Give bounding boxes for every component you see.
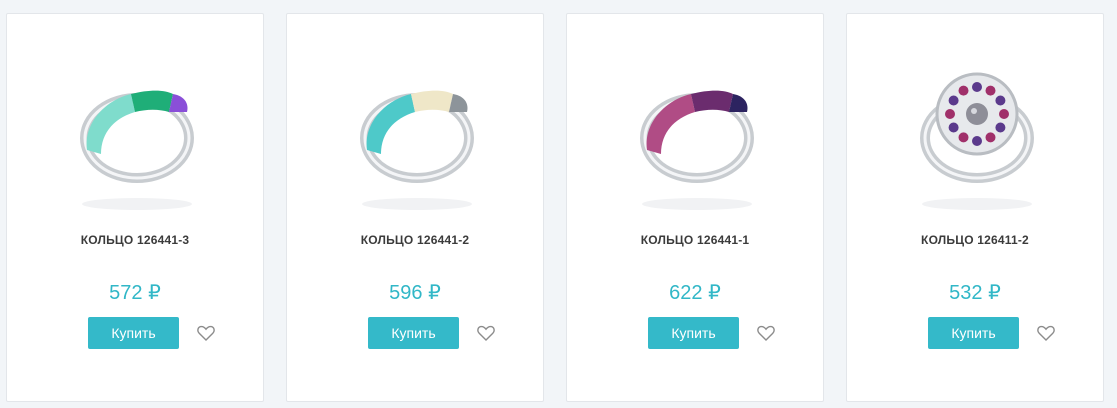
product-card[interactable]: КОЛЬЦО 126441-1 622 ₽ Купить [566,13,824,402]
heart-icon[interactable] [756,323,776,343]
product-card[interactable]: КОЛЬЦО 126441-2 596 ₽ Купить [286,13,544,402]
product-card[interactable]: КОЛЬЦО 126441-3 572 ₽ Купить [6,13,264,402]
product-title[interactable]: КОЛЬЦО 126441-2 [287,233,543,247]
product-title[interactable]: КОЛЬЦО 126441-1 [567,233,823,247]
product-price: 596 ₽ [389,282,441,304]
buy-button[interactable]: Купить [928,317,1019,349]
product-price: 622 ₽ [669,282,721,304]
product-card[interactable]: КОЛЬЦО 126411-2 532 ₽ Купить [846,13,1104,402]
buy-button[interactable]: Купить [648,317,739,349]
heart-icon[interactable] [1036,323,1056,343]
product-price: 532 ₽ [949,282,1001,304]
ring-grey-turquoise-enamel[interactable] [337,54,497,214]
product-title[interactable]: КОЛЬЦО 126441-3 [7,233,263,247]
product-title[interactable]: КОЛЬЦО 126411-2 [847,233,1103,247]
buy-button[interactable]: Купить [88,317,179,349]
ring-burgundy-navy-enamel[interactable] [617,54,777,214]
heart-icon[interactable] [476,323,496,343]
ring-mint-purple-enamel[interactable] [57,54,217,214]
ring-pearl-mosaic[interactable] [897,54,1057,214]
product-price: 572 ₽ [109,282,161,304]
heart-icon[interactable] [196,323,216,343]
buy-button[interactable]: Купить [368,317,459,349]
